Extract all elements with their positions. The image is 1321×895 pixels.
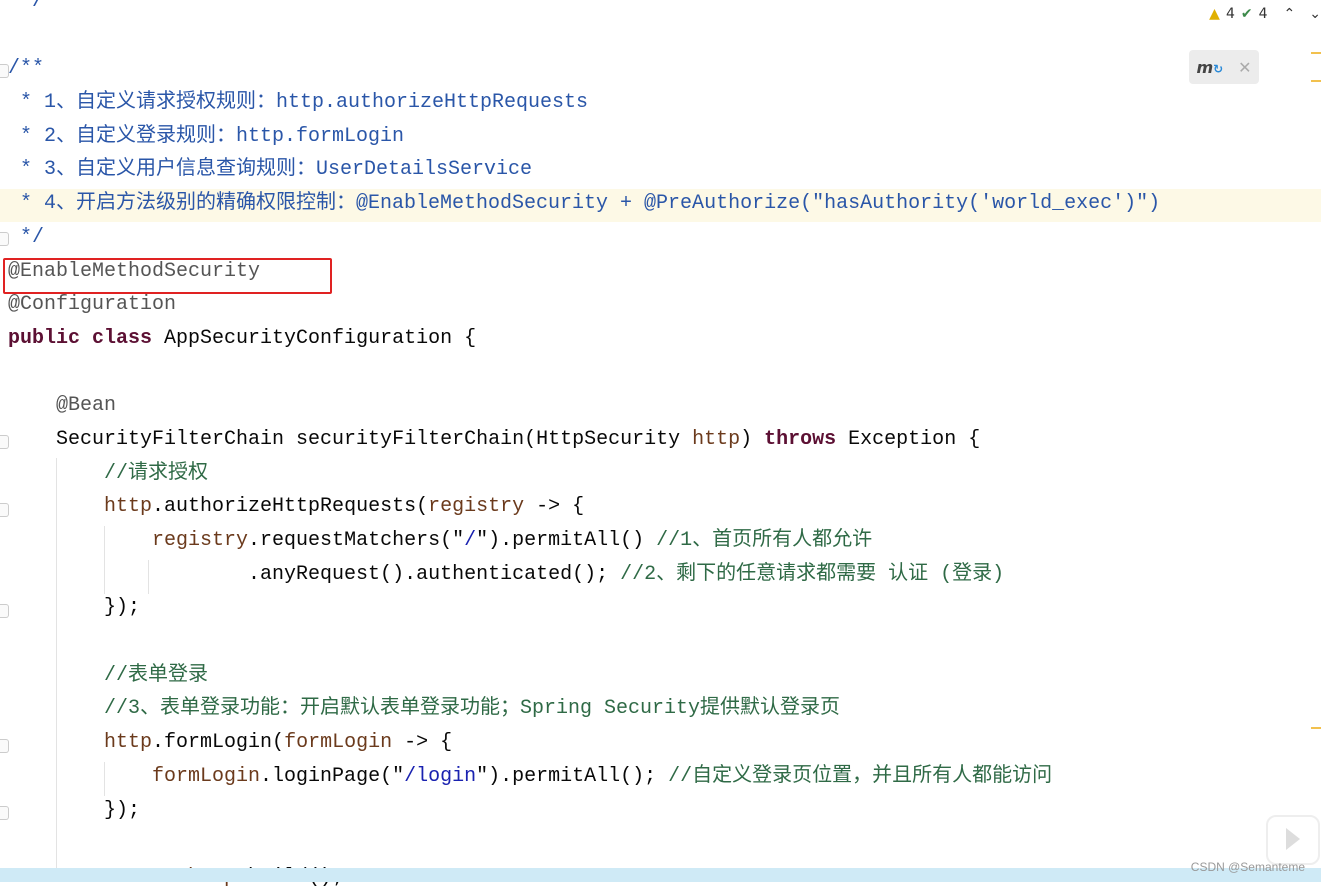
- watermark: CSDN @Semanteme: [1190, 860, 1305, 874]
- code-token: AppSecurityConfiguration {: [164, 326, 477, 350]
- code-line: });: [8, 591, 1160, 625]
- code-token: * 3、自定义用户信息查询规则：UserDetailsService: [8, 158, 533, 182]
- fold-icon[interactable]: [0, 64, 9, 78]
- code-token: -> {: [524, 495, 585, 519]
- code-token: .anyRequest().authenticated();: [8, 562, 621, 586]
- code-token: .formLogin(: [152, 731, 285, 755]
- code-line: /**: [8, 52, 1160, 86]
- decorative-wave: [0, 868, 1321, 882]
- code-token: .loginPage(": [260, 764, 405, 788]
- code-line: registry.requestMatchers("/").permitAll(…: [8, 524, 1160, 558]
- code-line: */: [8, 0, 1160, 19]
- fold-icon[interactable]: [0, 503, 9, 517]
- double-check-icon: ✔: [1240, 6, 1253, 22]
- code-token: /: [464, 529, 477, 552]
- fold-icon[interactable]: [0, 739, 9, 753]
- scrollbar-marker[interactable]: [1311, 727, 1321, 729]
- code-token: /login: [404, 764, 477, 788]
- code-token: formLogin: [8, 764, 261, 788]
- code-token: Exception {: [848, 427, 981, 451]
- code-line: //3、表单登录功能：开启默认表单登录功能；Spring Security提供默…: [8, 692, 1160, 726]
- code-token: @Bean: [8, 394, 117, 418]
- code-line: http.formLogin(formLogin -> {: [8, 726, 1160, 760]
- chevron-up-icon[interactable]: ⌃: [1284, 6, 1296, 22]
- code-token: */: [8, 0, 45, 13]
- code-line: @Bean: [8, 389, 1160, 423]
- close-icon[interactable]: ✕: [1238, 58, 1251, 77]
- maven-reload-icon[interactable]: m↻: [1196, 58, 1223, 77]
- code-token: */: [8, 225, 45, 249]
- code-token: ").permitAll(): [476, 529, 657, 552]
- code-token: .authorizeHttpRequests(: [152, 495, 429, 519]
- fold-icon[interactable]: [0, 806, 9, 820]
- code-token: throws: [764, 427, 849, 451]
- annotation-highlight-box: [3, 258, 332, 294]
- code-line: .anyRequest().authenticated(); //2、剩下的任意…: [8, 558, 1160, 592]
- code-token: //自定义登录页位置，并且所有人都能访问: [668, 764, 1053, 788]
- code-token: http: [8, 731, 153, 755]
- code-token: //2、剩下的任意请求都需要 认证 (登录): [620, 562, 1005, 586]
- code-token: @Configuration: [8, 293, 177, 317]
- code-line: */: [8, 221, 1160, 255]
- code-token: registry: [8, 529, 249, 552]
- scrollbar-marker[interactable]: [1311, 80, 1321, 82]
- chevron-down-icon[interactable]: ⌄: [1309, 6, 1321, 22]
- code-line: * 3、自定义用户信息查询规则：UserDetailsService: [8, 153, 1160, 187]
- inspection-status[interactable]: ▲ 4 ✔ 4 ⌃ ⌄: [1209, 6, 1321, 22]
- code-line: * 1、自定义请求授权规则：http.authorizeHttpRequests: [8, 86, 1160, 120]
- code-token: http: [692, 427, 741, 451]
- code-line: //请求授权: [8, 457, 1160, 491]
- code-token: ").permitAll();: [476, 764, 669, 788]
- code-token: //表单登录: [8, 663, 209, 687]
- code-token: });: [8, 596, 141, 620]
- code-token: public class: [8, 326, 165, 350]
- play-icon[interactable]: [1266, 815, 1320, 865]
- check-count: 4: [1258, 6, 1268, 22]
- code-token: ): [740, 427, 765, 451]
- code-line: * 4、开启方法级别的精确权限控制：@EnableMethodSecurity …: [8, 187, 1160, 221]
- code-token: * 4、开启方法级别的精确权限控制：@EnableMethodSecurity …: [8, 192, 1161, 216]
- code-token: * 1、自定义请求授权规则：http.authorizeHttpRequests: [8, 91, 589, 115]
- code-token: formLogin: [284, 731, 393, 755]
- code-token: });: [8, 798, 141, 822]
- code-token: //请求授权: [8, 461, 209, 485]
- code-line: public class AppSecurityConfiguration {: [8, 322, 1160, 356]
- warning-count: 4: [1225, 6, 1235, 22]
- code-editor[interactable]: */ /** * 1、自定义请求授权规则：http.authorizeHttpR…: [8, 0, 1160, 895]
- code-token: * 2、自定义登录规则：http.formLogin: [8, 124, 405, 148]
- code-token: http: [8, 495, 153, 519]
- code-token: -> {: [392, 731, 453, 755]
- warning-triangle-icon: ▲: [1209, 6, 1220, 22]
- fold-icon[interactable]: [0, 232, 9, 246]
- code-line: });: [8, 794, 1160, 828]
- code-token: SecurityFilterChain securityFilterChain(…: [8, 427, 693, 451]
- fold-icon[interactable]: [0, 435, 9, 449]
- code-token: /**: [8, 57, 45, 81]
- code-token: //1、首页所有人都允许: [656, 529, 873, 552]
- code-line: http.authorizeHttpRequests(registry -> {: [8, 490, 1160, 524]
- code-token: registry: [428, 495, 525, 519]
- code-token: .requestMatchers(": [248, 529, 465, 552]
- code-line: formLogin.loginPage("/login").permitAll(…: [8, 760, 1160, 794]
- code-line: //表单登录: [8, 659, 1160, 693]
- code-token: //3、表单登录功能：开启默认表单登录功能；Spring Security提供默…: [8, 697, 841, 721]
- code-line: * 2、自定义登录规则：http.formLogin: [8, 120, 1160, 154]
- maven-reload-popup: m↻ ✕: [1189, 50, 1259, 84]
- scrollbar-marker[interactable]: [1311, 52, 1321, 54]
- fold-icon[interactable]: [0, 604, 9, 618]
- code-line: SecurityFilterChain securityFilterChain(…: [8, 423, 1160, 457]
